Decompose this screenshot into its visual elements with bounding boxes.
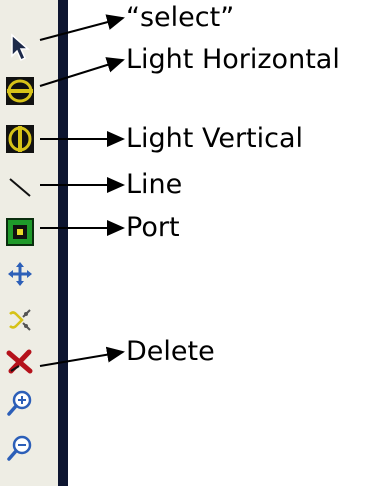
light-horizontal-leader-arrow: [39, 57, 125, 87]
line-callout-label: Line: [126, 169, 183, 200]
light-horizontal-callout-label: Light Horizontal: [126, 44, 340, 75]
select-callout-label: “select”: [126, 2, 235, 33]
select-leader-arrow: [39, 14, 125, 41]
light-vertical-callout-label: Light Vertical: [126, 123, 304, 154]
delete-callout-label: Delete: [126, 336, 215, 367]
port-callout-label: Port: [126, 212, 180, 243]
delete-leader-arrow: [39, 346, 125, 367]
